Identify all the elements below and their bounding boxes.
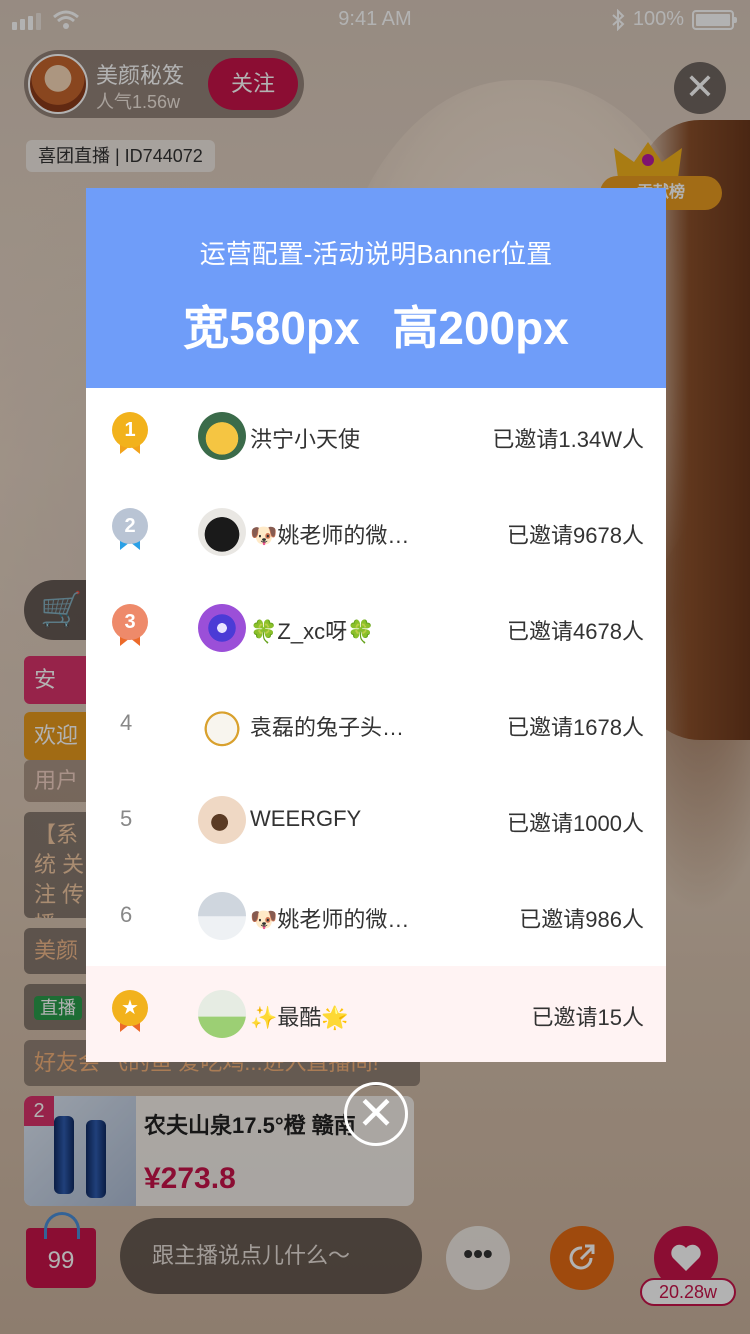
rank-number: 5 (120, 806, 133, 831)
user-name: WEERGFY (250, 806, 362, 831)
user-name: ✨最酷🌟 (250, 1005, 349, 1030)
ranking-row: 6 🐶姚老师的微… 已邀请986人 (86, 868, 666, 964)
banner-size: 宽580px 高200px (183, 302, 569, 354)
ranking-row: 2 🐶姚老师的微… 已邀请9678人 (86, 484, 666, 580)
invite-count: 已邀请1678人 (507, 715, 644, 740)
bronze-medal-icon: 3 (112, 604, 148, 656)
gold-medal-icon: 1 (112, 412, 148, 464)
user-name: 🐶姚老师的微… (250, 907, 410, 932)
silver-medal-icon: 2 (112, 508, 148, 560)
invite-count: 已邀请1000人 (507, 811, 644, 836)
rank-number: 6 (120, 902, 133, 927)
star-medal-icon: ★ (112, 990, 148, 1042)
avatar (198, 604, 246, 652)
ranking-row: 5 WEERGFY 已邀请1000人 (86, 772, 666, 868)
user-name: 🍀Z_xc呀🍀 (250, 619, 375, 644)
banner-title: 运营配置-活动说明Banner位置 (199, 239, 553, 269)
modal-close-button[interactable]: ✕ (344, 1082, 408, 1146)
user-name: 🐶姚老师的微… (250, 523, 410, 548)
avatar (198, 990, 246, 1038)
invite-count: 已邀请1.34W人 (492, 427, 644, 452)
avatar (198, 892, 246, 940)
user-name: 洪宁小天使 (250, 427, 361, 452)
ranking-row: 1 洪宁小天使 已邀请1.34W人 (86, 388, 666, 484)
my-ranking-row: ★ ✨最酷🌟 已邀请15人 (86, 966, 666, 1062)
invite-count: 已邀请9678人 (507, 523, 644, 548)
rank-number: 4 (120, 710, 133, 735)
activity-banner[interactable]: 运营配置-活动说明Banner位置 宽580px 高200px (86, 188, 666, 388)
invite-count: 已邀请15人 (531, 1005, 644, 1030)
ranking-row: 3 🍀Z_xc呀🍀 已邀请4678人 (86, 580, 666, 676)
ranking-row: 4 袁磊的兔子头… 已邀请1678人 (86, 676, 666, 772)
invite-count: 已邀请986人 (519, 907, 644, 932)
avatar (198, 412, 246, 460)
avatar (198, 508, 246, 556)
user-name: 袁磊的兔子头… (250, 715, 405, 740)
avatar (198, 700, 246, 748)
invite-count: 已邀请4678人 (507, 619, 644, 644)
avatar (198, 796, 246, 844)
invite-ranking-modal: 运营配置-活动说明Banner位置 宽580px 高200px 1 洪宁小天使 … (86, 188, 666, 1062)
